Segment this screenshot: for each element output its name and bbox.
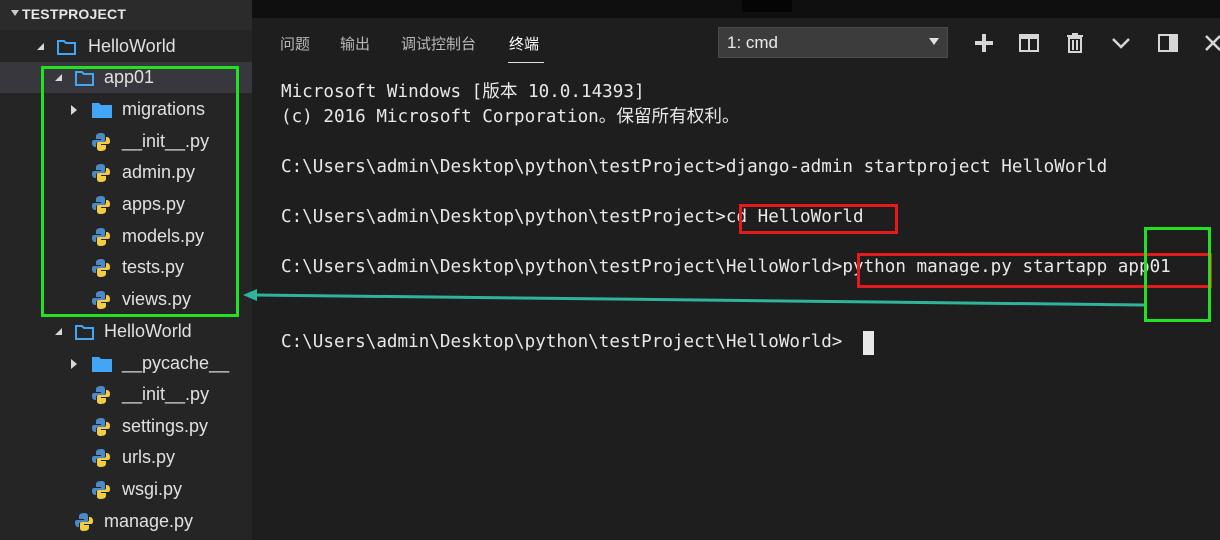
editor-area-edge [252, 0, 1220, 18]
tree-file-settings-py[interactable]: settings.py [0, 411, 252, 442]
explorer-section-header[interactable]: TESTPROJECT [0, 0, 252, 30]
annotation-arrow [243, 289, 1145, 307]
expanded-arrow-icon [55, 328, 62, 335]
tree-item-label: __init__.py [122, 384, 210, 404]
annotation-red-box-cd [739, 204, 898, 234]
panel-header: 问题 输出 调试控制台 终端 1: cmd [252, 18, 1220, 74]
python-file-icon [75, 513, 93, 531]
terminal-line: Microsoft Windows [版本 10.0.14393] [281, 82, 645, 102]
tree-file-urls-py[interactable]: urls.py [0, 442, 252, 473]
tab-output[interactable]: 输出 [340, 33, 370, 54]
annotation-green-box-app01 [41, 66, 239, 317]
python-file-icon [92, 481, 110, 499]
tree-item-label: settings.py [122, 416, 209, 436]
terminal-line: (c) 2016 Microsoft Corporation。保留所有权利。 [281, 107, 740, 127]
split-icon[interactable] [1018, 32, 1040, 54]
terminal-selector-dropdown[interactable]: 1: cmd [718, 27, 948, 58]
python-file-icon [92, 418, 110, 436]
python-file-icon [92, 386, 110, 404]
terminal-selector-value: 1: cmd [727, 33, 779, 52]
tree-file-manage-py[interactable]: manage.py [0, 506, 252, 537]
tree-item-label: HelloWorld [104, 321, 192, 341]
tree-item-label: wsgi.py [122, 479, 183, 499]
python-file-icon [92, 449, 110, 467]
tree-item-label: manage.py [104, 511, 194, 531]
tree-folder-helloworld-inner[interactable]: HelloWorld [0, 316, 252, 347]
tree-folder-helloworld-root[interactable]: HelloWorld [0, 31, 252, 62]
tree-file-init-py[interactable]: __init__.py [0, 379, 252, 410]
tree-item-label: __pycache__ [122, 353, 230, 373]
dropdown-caret-icon [929, 38, 939, 45]
close-icon[interactable] [1202, 32, 1220, 54]
tree-folder-pycache[interactable]: __pycache__ [0, 348, 252, 379]
collapsed-arrow-icon [71, 359, 77, 369]
plus-icon[interactable] [973, 32, 995, 54]
terminal-line: C:\Users\admin\Desktop\python\testProjec… [281, 157, 1108, 177]
explorer-section-title: TESTPROJECT [22, 6, 127, 22]
tab-terminal[interactable]: 终端 [509, 33, 539, 54]
expanded-arrow-icon [37, 43, 44, 50]
folder-open-icon [57, 40, 76, 55]
folder-open-icon [75, 325, 94, 340]
folder-icon [92, 357, 112, 372]
terminal-cursor [863, 331, 874, 355]
maximize-icon[interactable] [1157, 32, 1179, 54]
tab-problems[interactable]: 问题 [280, 33, 310, 54]
tree-item-label: HelloWorld [88, 36, 176, 56]
trash-icon[interactable] [1064, 32, 1086, 54]
tab-debug-console[interactable]: 调试控制台 [401, 33, 476, 54]
chevron-down-icon[interactable] [1110, 32, 1132, 54]
chevron-down-icon [11, 10, 19, 16]
tree-item-label: urls.py [122, 447, 176, 467]
terminal-prompt-line: C:\Users\admin\Desktop\python\testProjec… [281, 332, 843, 352]
active-tab-indicator [508, 62, 544, 63]
tree-file-wsgi-py[interactable]: wsgi.py [0, 474, 252, 505]
